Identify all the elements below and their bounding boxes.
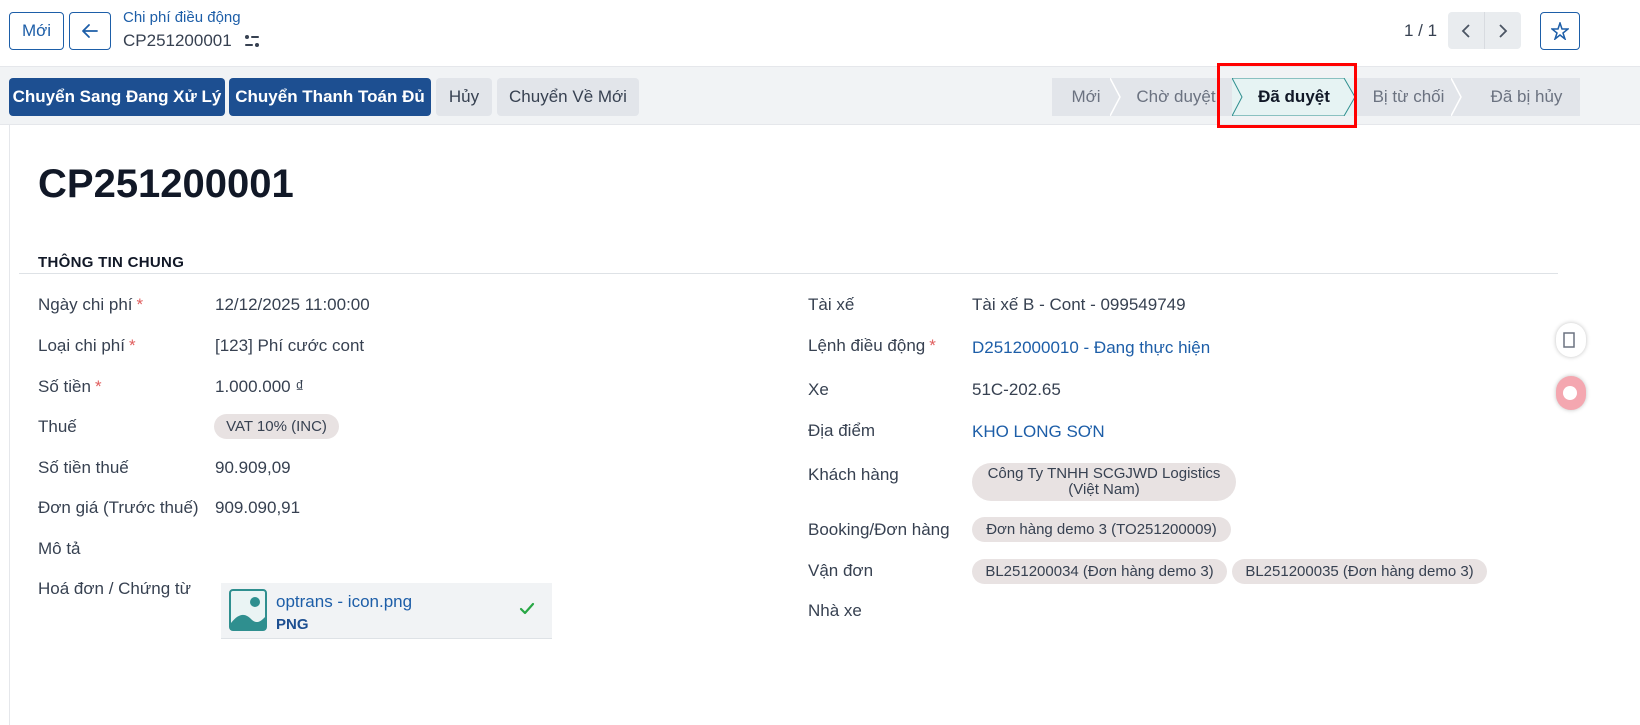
customer-name-line1: Công Ty TNHH SCGJWD Logistics — [987, 465, 1221, 482]
customer-tag[interactable]: Công Ty TNHH SCGJWD Logistics (Việt Nam) — [972, 463, 1236, 501]
stage-approved[interactable]: Đã duyệt — [1232, 78, 1356, 116]
check-icon — [519, 602, 535, 615]
arrow-left-icon — [82, 24, 98, 38]
label-amount: Số tiền * — [38, 377, 102, 396]
field-dispatch-order-link[interactable]: D2512000010 - Đang thực hiện — [972, 338, 1210, 358]
stage-separator — [1110, 78, 1121, 116]
pin-icon — [1551, 22, 1569, 40]
chevron-right-icon — [1499, 23, 1508, 38]
section-divider — [19, 273, 1558, 274]
label-tax: Thuế — [38, 417, 77, 436]
new-record-button[interactable]: Mới — [9, 12, 64, 50]
pager-previous-button[interactable] — [1448, 12, 1484, 49]
breadcrumb-current-label: CP251200001 — [123, 31, 232, 50]
cancel-button[interactable]: Hủy — [436, 78, 492, 116]
label-carrier: Nhà xe — [808, 601, 862, 620]
stage-new-label: Mới — [1071, 87, 1101, 106]
label-dispatch-order: Lệnh điều động * — [808, 336, 936, 355]
pager-value[interactable]: 1 / 1 — [1404, 21, 1437, 41]
stage-cancelled-label: Đã bị hủy — [1490, 87, 1563, 106]
stage-pending-label: Chờ duyệt — [1136, 87, 1216, 106]
status-bar: Chuyển Sang Đang Xử Lý Chuyển Thanh Toán… — [0, 66, 1640, 125]
stage-pending[interactable]: Chờ duyệt — [1120, 78, 1232, 116]
breadcrumb-current: CP251200001 — [123, 31, 260, 51]
tax-tag[interactable]: VAT 10% (INC) — [214, 414, 339, 439]
field-driver[interactable]: Tài xế B - Cont - 099549749 — [972, 295, 1186, 315]
stage-rejected-label: Bị từ chối — [1372, 87, 1445, 106]
field-expense-date[interactable]: 12/12/2025 11:00:00 — [215, 295, 370, 315]
move-to-paid-button[interactable]: Chuyển Thanh Toán Đủ — [229, 78, 431, 116]
record-title: CP251200001 — [38, 162, 294, 206]
breadcrumb-parent[interactable]: Chi phí điều động — [123, 9, 241, 26]
stage-cancelled[interactable]: Đã bị hủy — [1461, 78, 1580, 116]
label-description: Mô tả — [38, 539, 81, 558]
move-to-processing-button[interactable]: Chuyển Sang Đang Xử Lý — [9, 78, 225, 116]
bill-of-lading-tag[interactable]: BL251200034 (Đơn hàng demo 3) — [972, 559, 1227, 584]
label-expense-date: Ngày chi phí * — [38, 295, 144, 314]
section-title: THÔNG TIN CHUNG — [38, 254, 185, 271]
record-actions-gear-icon[interactable] — [244, 34, 260, 48]
stage-new[interactable]: Mới — [1052, 78, 1121, 116]
label-customer: Khách hàng — [808, 465, 899, 484]
field-expense-type[interactable]: [123] Phí cước cont — [215, 336, 364, 356]
side-widget-chat[interactable] — [1556, 376, 1586, 410]
stage-rejected[interactable]: Bị từ chối — [1356, 78, 1462, 116]
attachment-file-type: PNG — [276, 616, 309, 633]
label-booking: Booking/Đơn hàng — [808, 520, 950, 539]
reset-to-new-button[interactable]: Chuyển Về Mới — [497, 78, 639, 116]
bill-of-lading-tag[interactable]: BL251200035 (Đơn hàng demo 3) — [1232, 559, 1487, 584]
stage-pipeline: Mới Chờ duyệt Đã duyệt Bị từ chối Đã bị … — [1052, 78, 1580, 116]
control-panel: Mới Chi phí điều động CP251200001 1 / 1 — [0, 0, 1640, 66]
field-location-link[interactable]: KHO LONG SƠN — [972, 422, 1105, 442]
field-carrier[interactable] — [972, 601, 1492, 623]
customer-name-line2: (Việt Nam) — [1068, 481, 1140, 498]
field-description[interactable] — [215, 539, 735, 561]
image-file-icon — [229, 589, 267, 631]
field-amount[interactable]: 1.000.000 ₫ — [215, 377, 304, 397]
field-tax-amount: 90.909,09 — [215, 458, 291, 477]
booking-tag[interactable]: Đơn hàng demo 3 (TO251200009) — [972, 517, 1231, 542]
label-location: Địa điểm — [808, 421, 876, 440]
label-invoice: Hoá đơn / Chứng từ — [38, 579, 191, 598]
pin-button[interactable] — [1540, 12, 1580, 50]
pager-buttons — [1448, 12, 1521, 49]
label-expense-type: Loại chi phí * — [38, 336, 136, 355]
label-driver: Tài xế — [808, 295, 855, 314]
attachment-file-name[interactable]: optrans - icon.png — [276, 592, 412, 612]
stage-separator — [1451, 78, 1462, 116]
chevron-left-icon — [1461, 23, 1470, 38]
chat-icon — [1563, 386, 1577, 400]
back-button[interactable] — [69, 12, 111, 50]
pager-next-button[interactable] — [1484, 12, 1521, 49]
stage-approved-label: Đã duyệt — [1258, 87, 1330, 106]
field-unit-price: 909.090,91 — [215, 498, 301, 517]
label-vehicle: Xe — [808, 380, 829, 399]
attachment-card[interactable]: optrans - icon.png PNG — [221, 583, 552, 639]
scan-icon — [1563, 332, 1575, 348]
label-tax-amount: Số tiền thuế — [38, 458, 129, 477]
side-widget-scan[interactable] — [1556, 323, 1586, 357]
field-vehicle[interactable]: 51C-202.65 — [972, 380, 1061, 400]
label-unit-price: Đơn giá (Trước thuế) — [38, 498, 199, 517]
label-bill-of-lading: Vận đơn — [808, 561, 874, 580]
